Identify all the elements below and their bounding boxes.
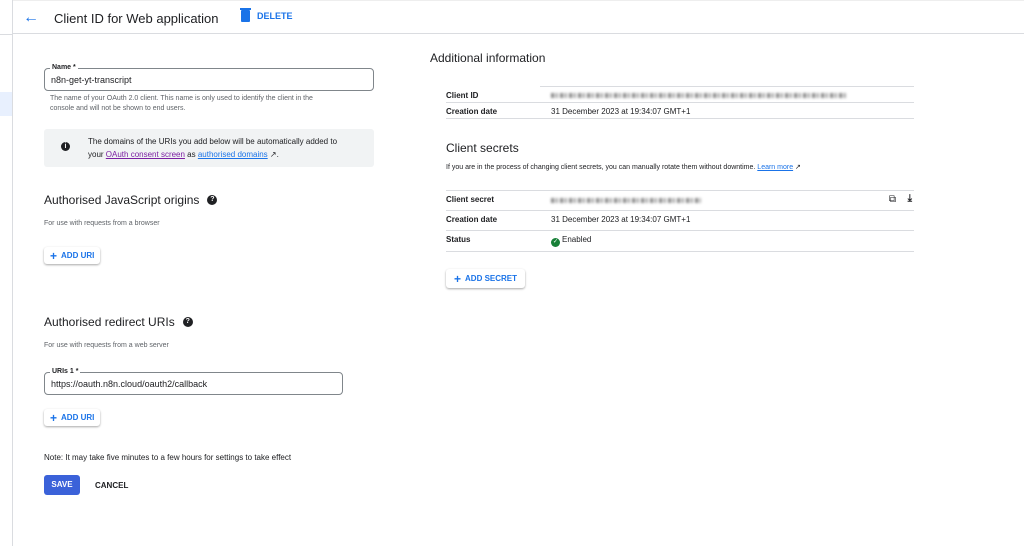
external-link-icon: ↗ <box>269 150 277 159</box>
add-secret-button[interactable]: + ADD SECRET <box>446 269 526 288</box>
cancel-button[interactable]: CANCEL <box>95 481 128 490</box>
help-icon[interactable]: ? <box>207 195 218 205</box>
client-secrets-heading: Client secrets <box>446 141 519 155</box>
copy-icon[interactable]: ⧉ <box>889 194 896 205</box>
name-field[interactable]: Name * n8n-get-yt-transcript <box>44 64 374 91</box>
delete-label: DELETE <box>257 11 293 21</box>
plus-icon: + <box>454 271 462 286</box>
delete-button[interactable]: DELETE <box>240 8 293 22</box>
add-uri-redirect-button[interactable]: + ADD URI <box>44 409 101 426</box>
page-header: ← Client ID for Web application DELETE <box>13 0 1024 34</box>
js-origins-heading: Authorised JavaScript origins? <box>44 193 218 207</box>
status-row: Status ✓ Enabled <box>446 231 914 252</box>
name-value: n8n-get-yt-transcript <box>51 75 132 85</box>
learn-more-link[interactable]: Learn more <box>757 164 793 171</box>
redirect-uri-field[interactable]: URIs 1 * https://oauth.n8n.cloud/oauth2/… <box>44 368 343 395</box>
external-link-icon: ↗ <box>795 164 801 171</box>
back-arrow-icon[interactable]: ← <box>23 9 39 27</box>
redirect-hint: For use with requests from a web server <box>44 342 169 349</box>
info-banner: i The domains of the URIs you add below … <box>44 129 374 167</box>
help-icon[interactable]: ? <box>182 317 193 327</box>
download-icon[interactable]: ⤓ <box>908 193 912 204</box>
client-id-row: Client ID <box>446 87 914 103</box>
secrets-description: If you are in the process of changing cl… <box>446 164 801 171</box>
redirect-heading: Authorised redirect URIs? <box>44 315 193 329</box>
name-hint: The name of your OAuth 2.0 client. This … <box>50 95 313 112</box>
check-circle-icon: ✓ <box>551 238 560 247</box>
secret-creation-row: Creation date 31 December 2023 at 19:34:0… <box>446 211 914 231</box>
client-secret-value-redacted[interactable] <box>551 198 701 203</box>
plus-icon: + <box>50 248 58 263</box>
save-button[interactable]: SAVE <box>44 475 80 495</box>
js-origins-hint: For use with requests from a browser <box>44 220 160 227</box>
name-label: Name * <box>50 64 78 71</box>
left-nav-rail <box>0 0 13 546</box>
divider <box>0 34 12 35</box>
uri-label: URIs 1 * <box>50 368 81 375</box>
uri-value: https://oauth.n8n.cloud/oauth2/callback <box>51 379 208 389</box>
info-icon: i <box>61 142 70 151</box>
authorised-domains-link[interactable]: authorised domains <box>198 150 268 159</box>
client-secret-row: Client secret ⧉ ⤓ <box>446 190 914 211</box>
oauth-consent-link[interactable]: OAuth consent screen <box>106 150 185 159</box>
add-uri-origins-button[interactable]: + ADD URI <box>44 247 101 264</box>
settings-note: Note: It may take five minutes to a few … <box>44 453 292 462</box>
plus-icon: + <box>50 410 58 425</box>
creation-date-row: Creation date 31 December 2023 at 19:34:0… <box>446 103 914 119</box>
trash-icon <box>240 8 251 22</box>
page-title: Client ID for Web application <box>54 11 219 26</box>
client-id-value-redacted[interactable] <box>551 93 846 98</box>
additional-info-heading: Additional information <box>430 51 546 65</box>
status-badge: ✓ Enabled <box>551 235 592 247</box>
nav-item-selected[interactable] <box>0 92 12 116</box>
